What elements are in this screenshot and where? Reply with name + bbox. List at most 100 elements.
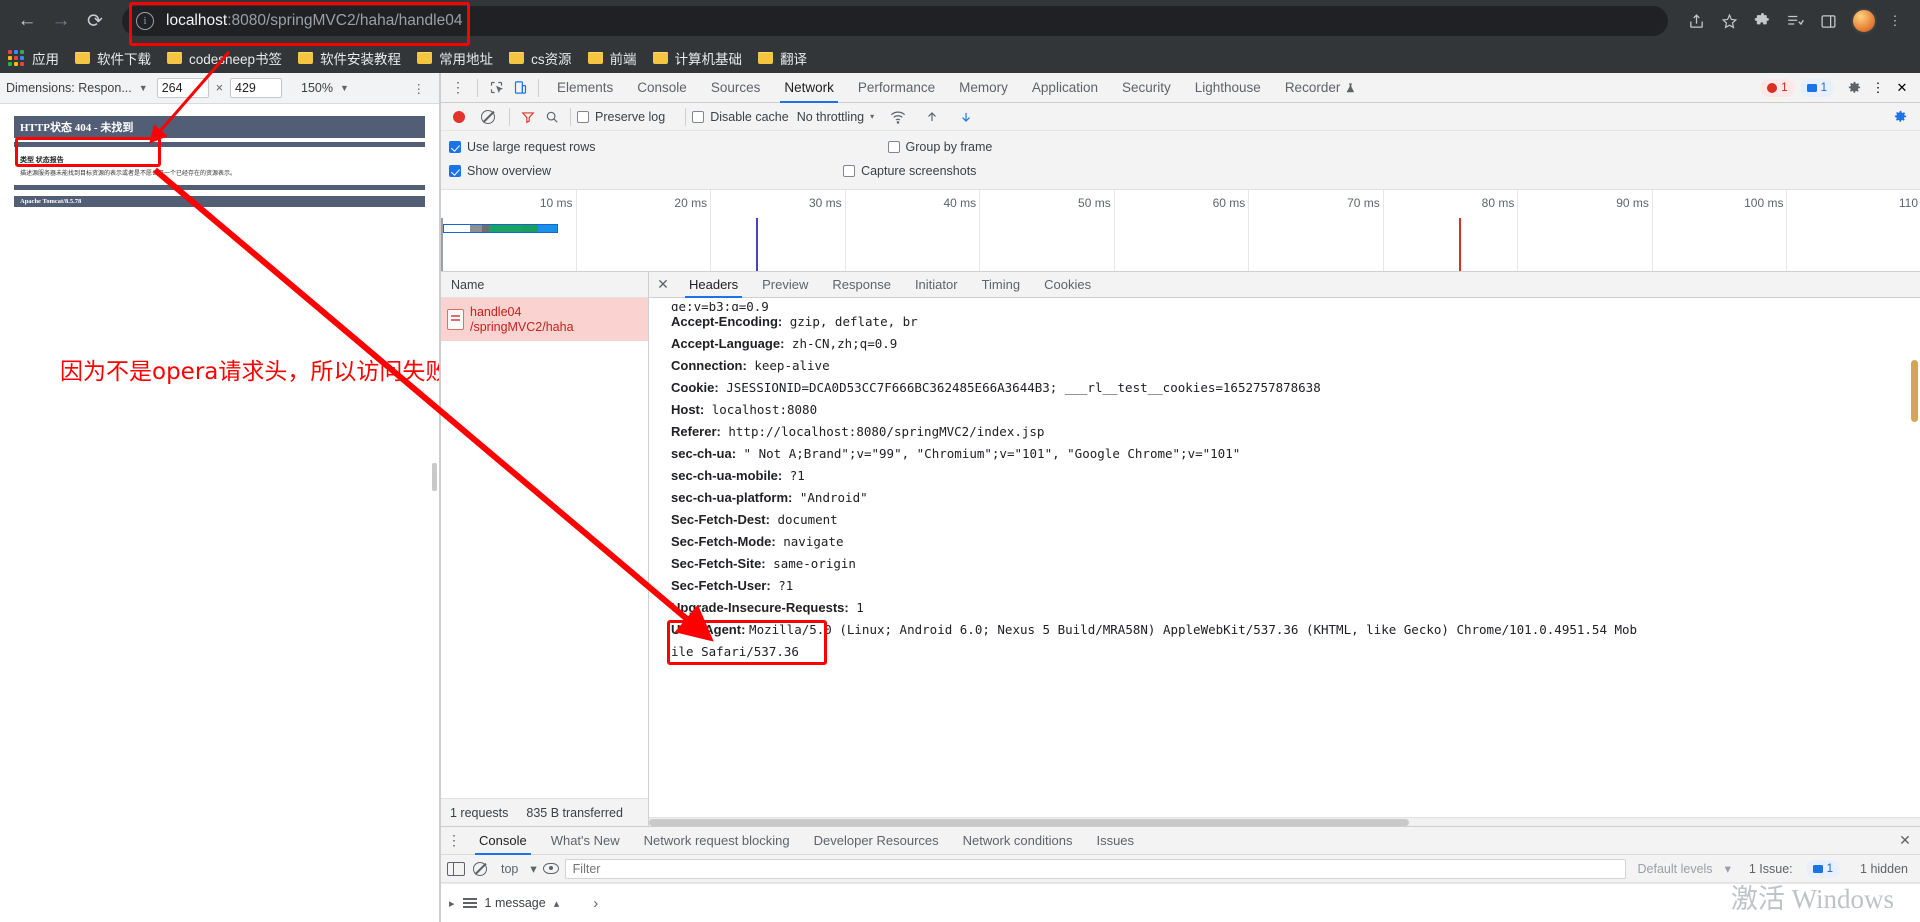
import-har-icon[interactable]	[920, 106, 944, 128]
drawer-tab-developer-resources[interactable]: Developer Resources	[802, 827, 951, 855]
device-toolbar-icon[interactable]	[508, 77, 532, 99]
forward-button[interactable]: →	[44, 4, 78, 38]
gear-icon[interactable]	[1842, 77, 1866, 99]
live-expression-icon[interactable]	[542, 863, 559, 874]
group-by-frame-checkbox[interactable]: Group by frame	[887, 140, 992, 154]
drawer-tab-issues[interactable]: Issues	[1084, 827, 1146, 855]
hidden-count[interactable]: 1 hidden	[1854, 862, 1914, 876]
detail-tab-cookies[interactable]: Cookies	[1032, 272, 1103, 298]
drawer-tab-console[interactable]: Console	[467, 827, 539, 855]
drawer-tab-request-blocking[interactable]: Network request blocking	[632, 827, 802, 855]
tab-network[interactable]: Network	[772, 73, 846, 103]
drawer-tab-whats-new[interactable]: What's New	[539, 827, 632, 855]
tab-console[interactable]: Console	[625, 73, 699, 103]
issues-badge[interactable]: 1	[1805, 859, 1841, 878]
tab-performance[interactable]: Performance	[846, 73, 947, 103]
drawer-more-tools[interactable]: ⋮	[441, 832, 467, 849]
tab-application[interactable]: Application	[1020, 73, 1110, 103]
close-drawer-icon[interactable]: ✕	[1890, 832, 1920, 849]
wifi-icon[interactable]	[886, 106, 910, 128]
detail-tab-response[interactable]: Response	[820, 272, 903, 298]
filter-input[interactable]	[564, 858, 1626, 879]
headers-list[interactable]: ge;v=b3;q=0.9 Accept-Encoding: gzip, def…	[649, 298, 1920, 817]
device-preset-select[interactable]: Dimensions: Respon... ▼	[6, 81, 148, 95]
reload-button[interactable]: ⟳	[78, 4, 112, 38]
device-toolbar-menu[interactable]: ⋮	[405, 81, 434, 96]
chevron-down-icon[interactable]: ▾	[530, 861, 536, 876]
bookmark-folder-3[interactable]: 软件安装教程	[298, 48, 401, 68]
tab-memory[interactable]: Memory	[947, 73, 1020, 103]
use-large-rows-checkbox[interactable]: Use large request rows	[449, 140, 596, 154]
network-settings-icon[interactable]	[1888, 106, 1912, 128]
issues-label[interactable]: 1 Issue:	[1743, 862, 1795, 876]
tab-security[interactable]: Security	[1110, 73, 1183, 103]
console-sidebar-icon[interactable]	[447, 861, 465, 876]
devtools-more-tools[interactable]: ⋮	[445, 79, 471, 96]
detail-tab-initiator[interactable]: Initiator	[903, 272, 970, 298]
chevron-up-icon[interactable]: ▴	[554, 897, 560, 910]
bookmark-folder-2[interactable]: codesheep书签	[167, 48, 282, 68]
reading-list-icon[interactable]	[1780, 6, 1810, 36]
splitter-grip[interactable]	[432, 463, 437, 491]
record-button[interactable]	[453, 110, 465, 123]
tab-recorder[interactable]: Recorder	[1273, 73, 1369, 103]
inspect-element-icon[interactable]	[484, 77, 508, 99]
tab-elements[interactable]: Elements	[545, 73, 625, 103]
filter-icon[interactable]	[516, 106, 540, 128]
bookmark-star-icon[interactable]	[1714, 6, 1744, 36]
clear-icon[interactable]	[481, 109, 495, 124]
bookmark-folder-8[interactable]: 翻译	[758, 48, 807, 68]
detail-tab-timing[interactable]: Timing	[970, 272, 1033, 298]
emulated-viewport[interactable]: HTTP状态 404 - 未找到 类型 状态报告 描述源服务器未能找到目标资源的…	[0, 104, 439, 922]
error-badge[interactable]: 1	[1760, 78, 1795, 97]
close-detail-icon[interactable]: ✕	[649, 276, 677, 293]
devtools-menu-icon[interactable]: ⋮	[1866, 77, 1890, 99]
vertical-scrollbar[interactable]	[1911, 360, 1918, 422]
detail-tab-preview[interactable]: Preview	[750, 272, 820, 298]
horizontal-scrollbar[interactable]	[649, 817, 1920, 826]
bookmark-folder-1[interactable]: 软件下载	[75, 48, 151, 68]
side-panel-icon[interactable]	[1813, 6, 1843, 36]
document-icon	[447, 309, 464, 330]
chevron-down-icon[interactable]: ▾	[870, 112, 874, 121]
preserve-log-checkbox[interactable]: Preserve log	[577, 110, 665, 124]
chevron-down-icon[interactable]: ▾	[1725, 861, 1737, 876]
tab-sources[interactable]: Sources	[699, 73, 773, 103]
export-har-icon[interactable]	[954, 106, 978, 128]
avatar[interactable]	[1851, 8, 1877, 34]
chrome-menu-icon[interactable]: ⋮	[1880, 6, 1910, 36]
table-row[interactable]: handle04 /springMVC2/haha	[441, 298, 648, 341]
horizontal-scroll-thumb[interactable]	[649, 819, 1409, 826]
drawer-tab-network-conditions[interactable]: Network conditions	[951, 827, 1085, 855]
site-info-icon[interactable]: i	[136, 12, 154, 30]
message-badge[interactable]: 1	[1799, 78, 1834, 97]
console-prompt[interactable]: ›	[593, 895, 598, 912]
close-devtools-icon[interactable]: ✕	[1890, 77, 1914, 99]
extensions-icon[interactable]	[1747, 6, 1777, 36]
share-icon[interactable]	[1681, 6, 1711, 36]
viewport-height-input[interactable]	[230, 78, 282, 98]
back-button[interactable]: ←	[10, 4, 44, 38]
capture-screenshots-checkbox[interactable]: Capture screenshots	[843, 164, 976, 178]
bookmark-apps[interactable]: 应用	[8, 48, 59, 68]
zoom-select[interactable]: 150% ▼	[301, 81, 349, 95]
request-list-header[interactable]: Name	[441, 272, 648, 298]
detail-tab-headers[interactable]: Headers	[677, 272, 750, 298]
viewport-width-input[interactable]	[156, 78, 209, 98]
network-overview[interactable]: 10 ms 20 ms 30 ms 40 ms 50 ms 60 ms 70 ms 80 ms…	[441, 189, 1920, 271]
bookmark-folder-5[interactable]: cs资源	[509, 48, 572, 68]
execution-context-select[interactable]: top	[495, 862, 524, 876]
clear-console-icon[interactable]	[473, 861, 487, 876]
tab-lighthouse[interactable]: Lighthouse	[1183, 73, 1273, 103]
search-icon[interactable]	[540, 106, 564, 128]
show-overview-checkbox[interactable]: Show overview	[449, 164, 551, 178]
expand-icon[interactable]: ▸	[449, 897, 455, 910]
bookmark-folder-7[interactable]: 计算机基础	[652, 48, 742, 68]
disable-cache-checkbox[interactable]: Disable cache	[692, 110, 789, 124]
console-log[interactable]: ▸ 1 message ▴ ›	[441, 883, 1920, 922]
log-levels-select[interactable]: Default levels	[1632, 862, 1719, 876]
address-bar[interactable]: i localhost:8080/springMVC2/haha/handle0…	[122, 6, 1668, 36]
bookmark-folder-4[interactable]: 常用地址	[417, 48, 493, 68]
bookmark-folder-6[interactable]: 前端	[587, 48, 637, 68]
throttling-select[interactable]: No throttling	[797, 110, 864, 124]
